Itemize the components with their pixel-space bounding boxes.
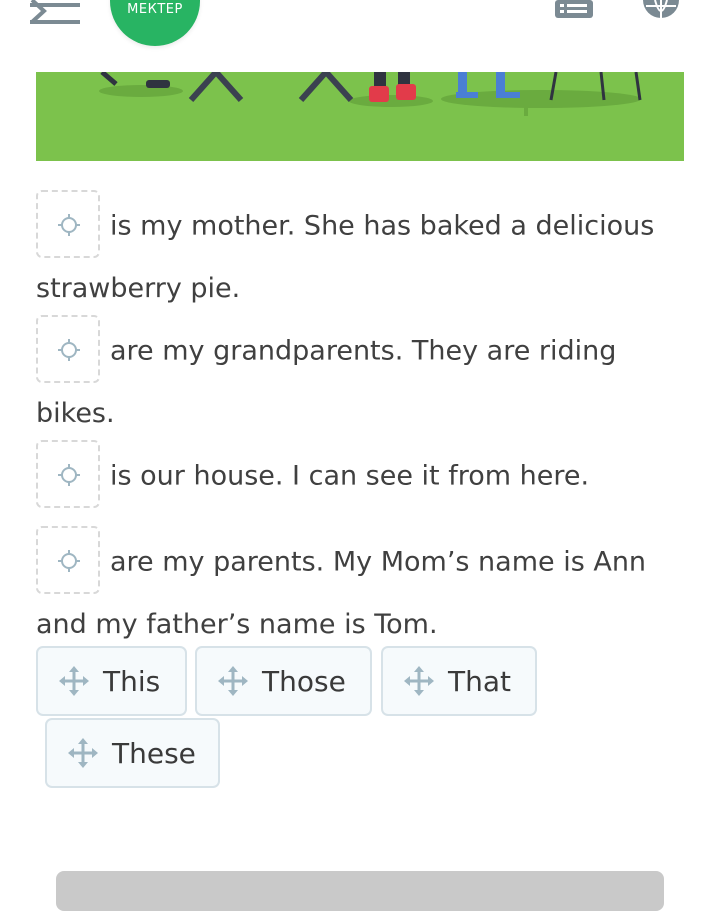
move-icon [58,339,80,361]
answer-dropzone-3[interactable] [36,440,100,508]
mektep-logo[interactable]: МЕКТЕР [110,0,200,46]
sentence-3: is our house. I can see it from here. [36,440,666,511]
sentence-2-text: are my grandparents. They are riding bik… [36,335,617,430]
illustration-figures [99,72,642,116]
answer-dropzone-2[interactable] [36,315,100,383]
check-button[interactable] [56,871,664,911]
option-label: This [103,664,161,698]
top-header: МЕКТЕР [0,0,720,72]
option-those[interactable]: Those [195,646,372,716]
move-icon [68,738,98,768]
list-icon[interactable] [555,0,593,18]
family-illustration [36,72,684,161]
sentence-4-text: are my parents. My Mom’s name is Ann and… [36,546,647,641]
answer-dropzone-4[interactable] [36,526,100,594]
menu-icon[interactable] [30,0,82,30]
move-icon [58,550,80,572]
option-these[interactable]: These [45,718,220,788]
option-label: These [112,736,196,770]
option-label: Those [262,664,346,698]
move-icon [404,666,434,696]
sentence-3-text: is our house. I can see it from here. [110,460,590,492]
option-label: That [448,664,511,698]
move-icon [58,464,80,486]
sentence-4: are my parents. My Mom’s name is Ann and… [36,526,666,653]
option-that[interactable]: That [381,646,537,716]
move-icon [58,214,80,236]
answer-dropzone-1[interactable] [36,190,100,258]
globe-icon[interactable] [642,0,680,22]
logo-text: МЕКТЕР [127,2,183,17]
sentence-1: is my mother. She has baked a delicious … [36,190,666,317]
move-icon [59,666,89,696]
move-icon [218,666,248,696]
sentence-2: are my grandparents. They are riding bik… [36,315,666,442]
sentence-1-text: is my mother. She has baked a delicious … [36,210,655,305]
option-this[interactable]: This [36,646,187,716]
